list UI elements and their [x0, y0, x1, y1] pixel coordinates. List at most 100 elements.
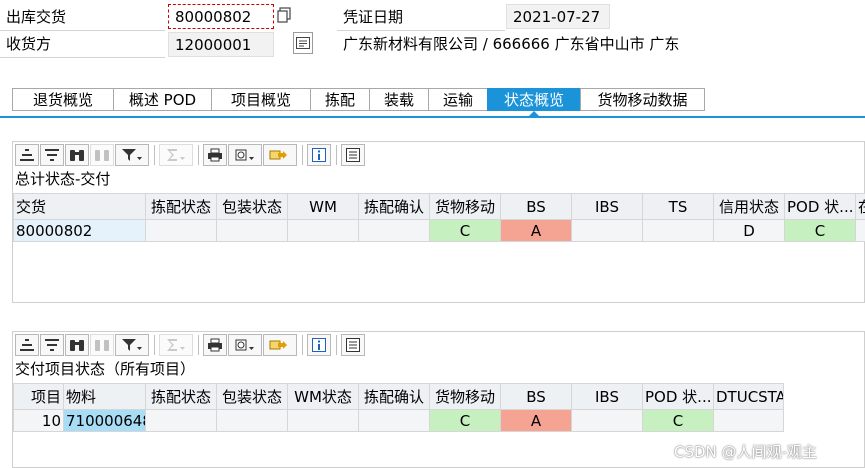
- col-ibs[interactable]: IBS: [571, 193, 643, 220]
- cell-truncated[interactable]: [855, 219, 865, 242]
- tab-item-overview[interactable]: 项目概览: [211, 88, 310, 111]
- layout-icon[interactable]: [341, 144, 365, 166]
- sort-ascending-icon[interactable]: [15, 334, 39, 356]
- col-picking-confirm[interactable]: 拣配确认: [358, 383, 430, 410]
- col-delivery[interactable]: 交货: [13, 193, 146, 220]
- cell-ibs[interactable]: [571, 219, 643, 242]
- table-row[interactable]: 10 710000648 C A C: [13, 409, 784, 432]
- cell-bs[interactable]: A: [500, 219, 572, 242]
- find-next-icon[interactable]: [90, 144, 114, 166]
- sum-icon[interactable]: [159, 144, 193, 166]
- filter-icon[interactable]: [115, 144, 149, 166]
- cell-pod-status[interactable]: C: [784, 219, 856, 242]
- cell-delivery[interactable]: 80000802: [13, 219, 146, 242]
- cell-picking-status[interactable]: [145, 409, 217, 432]
- tab-pod-overview[interactable]: 概述 POD: [113, 88, 211, 111]
- recipient-number-field[interactable]: 12000001: [168, 32, 274, 57]
- overall-status-panel: 总计状态-交付 交货 拣配状态 包装状态 WM 拣配确认 货物移动 BS IBS…: [12, 141, 865, 303]
- watermark: CSDN @人间观-观主: [674, 443, 817, 461]
- find-binoculars-icon[interactable]: [65, 334, 89, 356]
- find-binoculars-icon[interactable]: [65, 144, 89, 166]
- info-icon[interactable]: [307, 144, 331, 166]
- tab-loading[interactable]: 装载: [369, 88, 428, 111]
- col-wm-status[interactable]: WM状态: [287, 383, 359, 410]
- address-card-icon[interactable]: [293, 32, 313, 54]
- col-ibs[interactable]: IBS: [571, 383, 643, 410]
- col-ts[interactable]: TS: [642, 193, 714, 220]
- cell-wm-status[interactable]: [287, 409, 359, 432]
- sort-ascending-icon[interactable]: [15, 144, 39, 166]
- date-label-underline: [337, 30, 505, 31]
- views-icon[interactable]: [228, 144, 262, 166]
- recipient-label: 收货方: [6, 35, 52, 53]
- export-icon[interactable]: [263, 334, 297, 356]
- filter-icon[interactable]: [115, 334, 149, 356]
- cell-material[interactable]: 710000648: [63, 409, 146, 432]
- toolbar-separator: [336, 335, 337, 355]
- cell-packing-status[interactable]: [216, 409, 288, 432]
- col-packing-status[interactable]: 包装状态: [216, 383, 288, 410]
- col-material[interactable]: 物料: [63, 383, 146, 410]
- print-icon[interactable]: [203, 144, 227, 166]
- col-credit-status[interactable]: 信用状态: [713, 193, 785, 220]
- cell-ibs[interactable]: [571, 409, 643, 432]
- col-bs[interactable]: BS: [500, 383, 572, 410]
- recipient-address: 广东新材料有限公司 / 666666 广东省中山市 广东: [343, 35, 680, 53]
- col-truncated[interactable]: 在: [855, 193, 865, 220]
- col-item[interactable]: 项目: [13, 383, 64, 410]
- col-bs[interactable]: BS: [500, 193, 572, 220]
- tab-picking[interactable]: 拣配: [310, 88, 369, 111]
- panel1-toolbar: [13, 143, 366, 167]
- cell-item[interactable]: 10: [13, 409, 64, 432]
- cell-dtucsta[interactable]: [713, 409, 784, 432]
- col-dtucsta[interactable]: DTUCSTA: [713, 383, 784, 410]
- tab-status-overview[interactable]: 状态概览: [487, 88, 580, 111]
- toolbar-separator: [336, 145, 337, 165]
- table-header-row: 项目 物料 拣配状态 包装状态 WM状态 拣配确认 货物移动 BS IBS PO…: [13, 383, 784, 410]
- toolbar-separator: [154, 145, 155, 165]
- cell-picking-confirm[interactable]: [358, 219, 430, 242]
- toolbar-separator: [302, 335, 303, 355]
- sort-descending-icon[interactable]: [40, 334, 64, 356]
- panel2-toolbar: [13, 333, 366, 357]
- col-goods-movement[interactable]: 货物移动: [429, 193, 501, 220]
- cell-picking-confirm[interactable]: [358, 409, 430, 432]
- copy-icon[interactable]: [276, 6, 292, 24]
- views-icon[interactable]: [228, 334, 262, 356]
- toolbar-separator: [198, 335, 199, 355]
- toolbar-separator: [198, 145, 199, 165]
- cell-credit-status[interactable]: D: [713, 219, 785, 242]
- cell-ts[interactable]: [642, 219, 714, 242]
- cell-wm[interactable]: [287, 219, 359, 242]
- date-label: 凭证日期: [343, 8, 404, 26]
- col-pod-status[interactable]: POD 状...: [784, 193, 856, 220]
- col-packing-status[interactable]: 包装状态: [216, 193, 288, 220]
- col-goods-movement[interactable]: 货物移动: [429, 383, 501, 410]
- cell-goods-movement[interactable]: C: [429, 409, 501, 432]
- cell-packing-status[interactable]: [216, 219, 288, 242]
- cell-picking-status[interactable]: [145, 219, 217, 242]
- layout-icon[interactable]: [341, 334, 365, 356]
- table-row[interactable]: 80000802 C A D C: [13, 219, 865, 242]
- cell-bs[interactable]: A: [500, 409, 572, 432]
- sum-icon[interactable]: [159, 334, 193, 356]
- tab-transport[interactable]: 运输: [428, 88, 487, 111]
- col-picking-status[interactable]: 拣配状态: [145, 193, 217, 220]
- print-icon[interactable]: [203, 334, 227, 356]
- item-status-table: 项目 物料 拣配状态 包装状态 WM状态 拣配确认 货物移动 BS IBS PO…: [13, 383, 784, 432]
- delivery-number-field[interactable]: 80000802: [168, 4, 274, 29]
- export-icon[interactable]: [263, 144, 297, 166]
- col-picking-confirm[interactable]: 拣配确认: [358, 193, 430, 220]
- tab-goods-movement-data[interactable]: 货物移动数据: [580, 88, 705, 111]
- col-picking-status[interactable]: 拣配状态: [145, 383, 217, 410]
- document-date-field[interactable]: 2021-07-27: [506, 4, 610, 29]
- find-next-icon[interactable]: [90, 334, 114, 356]
- tab-underline: [0, 116, 865, 118]
- sort-descending-icon[interactable]: [40, 144, 64, 166]
- cell-pod-status[interactable]: C: [642, 409, 714, 432]
- col-wm[interactable]: WM: [287, 193, 359, 220]
- info-icon[interactable]: [307, 334, 331, 356]
- tab-returns-overview[interactable]: 退货概览: [12, 88, 113, 111]
- col-pod-status[interactable]: POD 状...: [642, 383, 714, 410]
- cell-goods-movement[interactable]: C: [429, 219, 501, 242]
